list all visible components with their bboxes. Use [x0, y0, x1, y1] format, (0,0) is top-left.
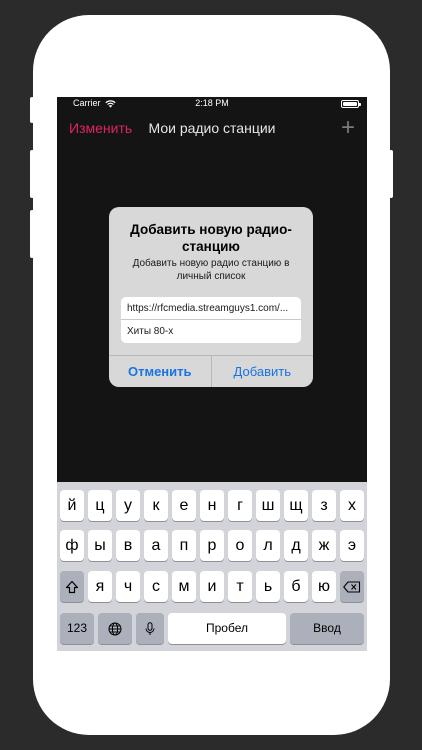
- volume-down-button: [30, 150, 34, 198]
- microphone-icon: [145, 622, 155, 635]
- key-letter[interactable]: ф: [60, 530, 84, 561]
- key-letter[interactable]: р: [200, 530, 224, 561]
- key-letter[interactable]: п: [172, 530, 196, 561]
- alert-message: Добавить новую радио станцию в личный сп…: [132, 258, 290, 282]
- key-letter[interactable]: и: [200, 571, 224, 602]
- key-letter[interactable]: е: [172, 490, 196, 521]
- key-letter[interactable]: э: [340, 530, 364, 561]
- key-letter[interactable]: ы: [88, 530, 112, 561]
- key-letter[interactable]: ш: [256, 490, 280, 521]
- globe-icon: [108, 622, 122, 636]
- numbers-key[interactable]: 123: [60, 613, 94, 644]
- key-letter[interactable]: о: [228, 530, 252, 561]
- power-button: [389, 150, 393, 198]
- station-name-field[interactable]: [121, 320, 301, 343]
- add-button[interactable]: Добавить: [212, 356, 314, 387]
- dictation-key[interactable]: [136, 613, 164, 644]
- status-bar: Carrier 2:18 PM: [57, 97, 367, 110]
- key-letter[interactable]: а: [144, 530, 168, 561]
- page-title: Мои радио станции: [148, 120, 276, 136]
- key-letter[interactable]: й: [60, 490, 84, 521]
- key-letter[interactable]: ч: [116, 571, 140, 602]
- shift-key[interactable]: [60, 571, 84, 602]
- key-letter[interactable]: у: [116, 490, 140, 521]
- volume-up-button: [30, 97, 34, 123]
- key-letter[interactable]: щ: [284, 490, 308, 521]
- keyboard: й ц у к е н г ш щ з х ф ы в а п р о л д …: [57, 482, 367, 651]
- key-letter[interactable]: г: [228, 490, 252, 521]
- add-station-alert: Добавить новую радио-станцию Добавить но…: [109, 207, 313, 387]
- add-station-button[interactable]: +: [341, 116, 355, 140]
- key-letter[interactable]: с: [144, 571, 168, 602]
- key-letter[interactable]: в: [116, 530, 140, 561]
- station-url-field[interactable]: [121, 297, 301, 320]
- key-letter[interactable]: д: [284, 530, 308, 561]
- phone-screen: Carrier 2:18 PM Изменить Мои радио станц…: [57, 97, 367, 651]
- key-letter[interactable]: ц: [88, 490, 112, 521]
- key-letter[interactable]: б: [284, 571, 308, 602]
- key-letter[interactable]: з: [312, 490, 336, 521]
- key-letter[interactable]: я: [88, 571, 112, 602]
- key-letter[interactable]: ь: [256, 571, 280, 602]
- key-letter[interactable]: т: [228, 571, 252, 602]
- key-letter[interactable]: х: [340, 490, 364, 521]
- key-letter[interactable]: ж: [312, 530, 336, 561]
- navigation-bar: Изменить Мои радио станции +: [57, 114, 367, 142]
- alert-title: Добавить новую радио-станцию: [130, 222, 292, 254]
- delete-key[interactable]: [340, 571, 364, 602]
- cancel-button[interactable]: Отменить: [109, 356, 212, 387]
- key-letter[interactable]: м: [172, 571, 196, 602]
- language-key[interactable]: [98, 613, 132, 644]
- battery-icon: [341, 100, 361, 108]
- key-letter[interactable]: ю: [312, 571, 336, 602]
- space-key[interactable]: Пробел: [168, 613, 286, 644]
- alert-actions: Отменить Добавить: [109, 355, 313, 387]
- mute-switch: [30, 210, 34, 258]
- key-letter[interactable]: н: [200, 490, 224, 521]
- return-key[interactable]: Ввод: [290, 613, 364, 644]
- shift-arrow-icon: [65, 580, 79, 593]
- key-letter[interactable]: к: [144, 490, 168, 521]
- backspace-icon: [343, 581, 361, 593]
- key-letter[interactable]: л: [256, 530, 280, 561]
- status-time: 2:18 PM: [195, 98, 229, 108]
